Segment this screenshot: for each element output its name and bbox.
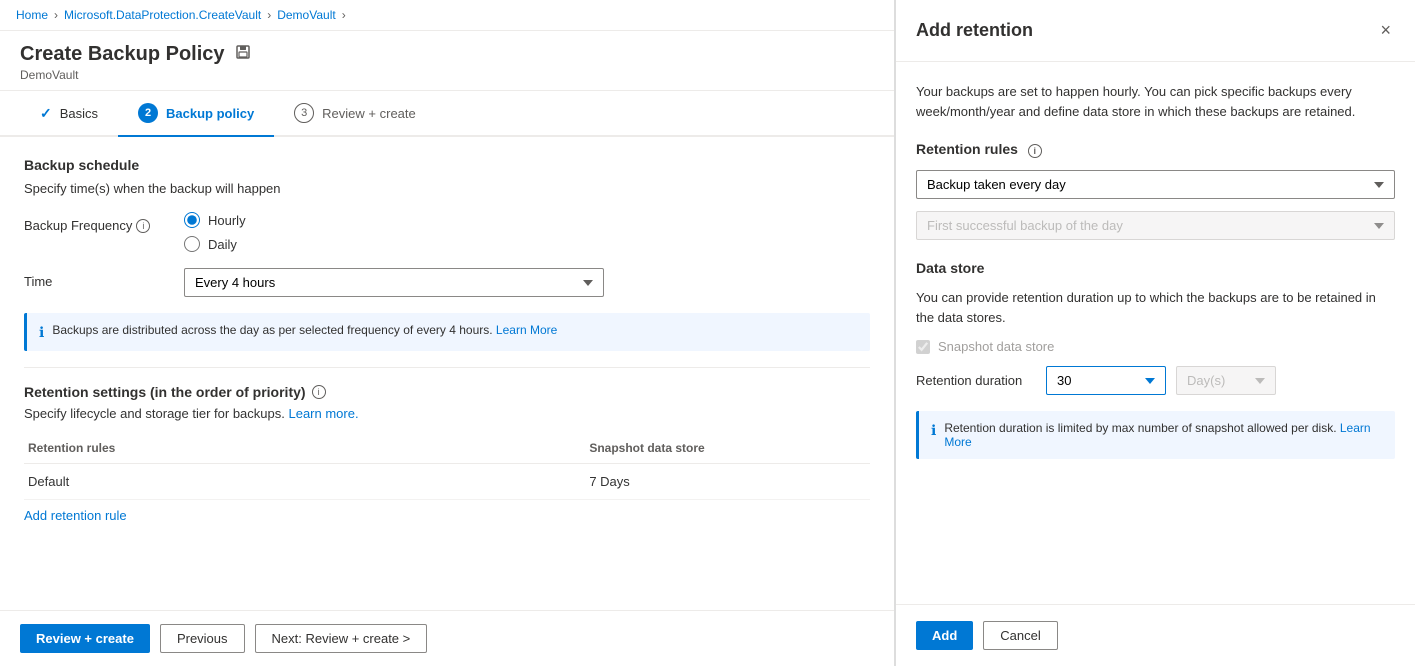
col-header-snapshot: Snapshot data store [589,441,870,455]
snapshot-7days: 7 Days [589,474,870,489]
save-icon[interactable] [235,44,251,65]
tab-basics[interactable]: ✓ Basics [20,93,118,136]
time-label: Time [24,268,184,289]
data-store-description: You can provide retention duration up to… [916,288,1395,327]
frequency-label: Backup Frequency i [24,212,184,233]
tab-basics-check: ✓ [40,105,52,122]
col-header-rule: Retention rules [24,441,589,455]
info-circle-icon: ℹ [39,324,44,341]
panel-title: Add retention [916,20,1033,41]
data-store-section: Data store You can provide retention dur… [916,260,1395,459]
retention-duration-row: Retention duration 30 60 90 Day(s) [916,366,1395,395]
right-panel: Add retention × Your backups are set to … [895,0,1415,666]
breadcrumb-sep2: › [267,8,271,22]
tab-review-create-label: Review + create [322,106,416,121]
radio-daily-input[interactable] [184,236,200,252]
retention-settings-title: Retention settings (in the order of prio… [24,384,306,400]
radio-hourly-label: Hourly [208,213,246,228]
previous-button[interactable]: Previous [160,624,245,653]
retention-rules-info-icon[interactable]: i [1028,144,1042,158]
frequency-info-icon[interactable]: i [136,219,150,233]
panel-header: Add retention × [896,0,1415,62]
retention-dropdown1-row: Backup taken every day Backup taken ever… [916,170,1395,199]
snapshot-checkbox[interactable] [916,340,930,354]
tab-basics-label: Basics [60,106,98,121]
wizard-tabs: ✓ Basics 2 Backup policy 3 Review + crea… [0,91,894,137]
tab-review-create[interactable]: 3 Review + create [274,91,436,137]
duration-unit-dropdown[interactable]: Day(s) [1176,366,1276,395]
backup-schedule-title: Backup schedule [24,157,870,173]
add-retention-rule-link[interactable]: Add retention rule [24,508,127,523]
panel-close-button[interactable]: × [1376,16,1395,45]
breadcrumb-sep3: › [342,8,346,22]
radio-daily-label: Daily [208,237,237,252]
review-create-button[interactable]: Review + create [20,624,150,653]
time-control: Every 4 hours Every 6 hours Every 8 hour… [184,268,870,297]
panel-description: Your backups are set to happen hourly. Y… [916,82,1395,121]
retention-info-icon[interactable]: i [312,385,326,399]
breadcrumb-create-vault[interactable]: Microsoft.DataProtection.CreateVault [64,8,261,22]
retention-table: Retention rules Snapshot data store Defa… [24,433,870,500]
breadcrumb: Home › Microsoft.DataProtection.CreateVa… [0,0,894,31]
tab-backup-policy[interactable]: 2 Backup policy [118,91,274,137]
retention-dropdown1[interactable]: Backup taken every day Backup taken ever… [916,170,1395,199]
frequency-row: Backup Frequency i Hourly Daily [24,212,870,252]
retention-dropdown2-row: First successful backup of the day Last … [916,211,1395,240]
tab-review-create-number: 3 [294,103,314,123]
breadcrumb-demo-vault[interactable]: DemoVault [277,8,335,22]
page-header: Create Backup Policy DemoVault [0,31,894,91]
page-subtitle: DemoVault [20,68,874,82]
radio-hourly-input[interactable] [184,212,200,228]
add-button[interactable]: Add [916,621,973,650]
content-area: Backup schedule Specify time(s) when the… [0,137,894,610]
retention-subtitle: Specify lifecycle and storage tier for b… [24,406,870,421]
schedule-learn-more-link[interactable]: Learn More [496,323,557,337]
table-row: Default 7 Days [24,464,870,500]
cancel-button[interactable]: Cancel [983,621,1057,650]
time-row: Time Every 4 hours Every 6 hours Every 8… [24,268,870,297]
rule-default: Default [24,474,589,489]
retention-settings-header: Retention settings (in the order of prio… [24,384,870,400]
snapshot-checkbox-row: Snapshot data store [916,339,1395,354]
duration-value-dropdown[interactable]: 30 60 90 [1046,366,1166,395]
duration-info-icon: ℹ [931,422,936,439]
duration-label: Retention duration [916,373,1036,388]
panel-content: Your backups are set to happen hourly. Y… [896,62,1415,604]
next-button[interactable]: Next: Review + create > [255,624,428,653]
panel-footer: Add Cancel [896,604,1415,666]
retention-rules-title: Retention rules i [916,141,1395,158]
bottom-bar: Review + create Previous Next: Review + … [0,610,894,666]
radio-hourly[interactable]: Hourly [184,212,870,228]
schedule-info-banner: ℹ Backups are distributed across the day… [24,313,870,351]
frequency-options: Hourly Daily [184,212,870,252]
section-divider [24,367,870,368]
retention-learn-more-link[interactable]: Learn more. [288,406,358,421]
duration-info-text: Retention duration is limited by max num… [944,421,1383,449]
page-title: Create Backup Policy [20,43,225,66]
breadcrumb-sep1: › [54,8,58,22]
backup-schedule-subtitle: Specify time(s) when the backup will hap… [24,181,870,196]
radio-daily[interactable]: Daily [184,236,870,252]
time-dropdown[interactable]: Every 4 hours Every 6 hours Every 8 hour… [184,268,604,297]
data-store-title: Data store [916,260,1395,276]
tab-backup-policy-number: 2 [138,103,158,123]
tab-backup-policy-label: Backup policy [166,106,254,121]
snapshot-checkbox-label: Snapshot data store [938,339,1054,354]
duration-info-banner: ℹ Retention duration is limited by max n… [916,411,1395,459]
schedule-info-text: Backups are distributed across the day a… [52,323,557,337]
table-header: Retention rules Snapshot data store [24,433,870,464]
retention-dropdown2[interactable]: First successful backup of the day Last … [916,211,1395,240]
breadcrumb-home[interactable]: Home [16,8,48,22]
